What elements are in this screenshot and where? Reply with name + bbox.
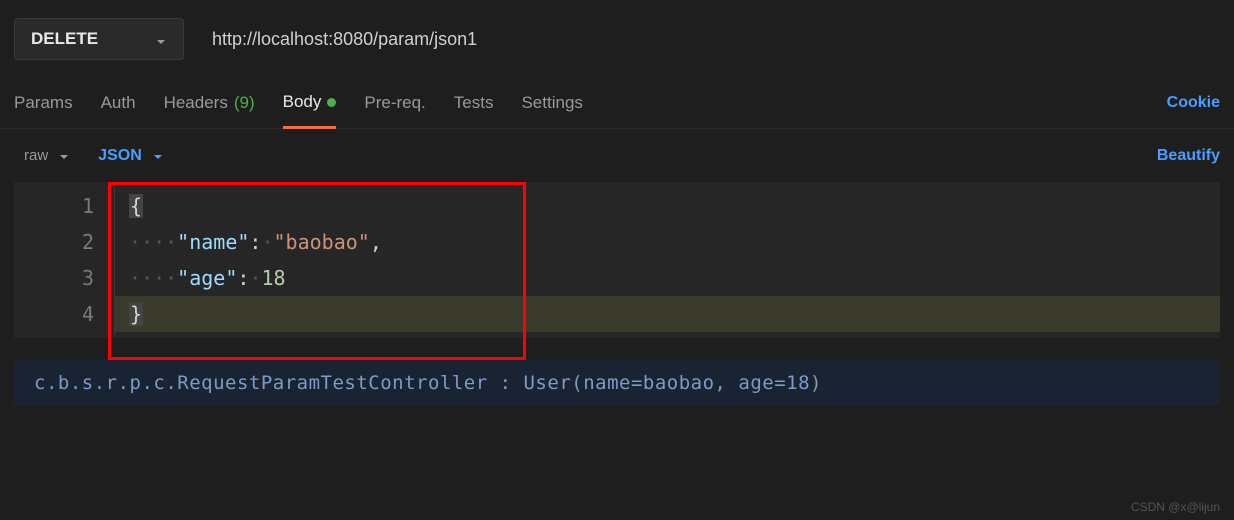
- code-line: ····"name":·"baobao",: [115, 224, 1220, 260]
- code-line: {: [115, 188, 1220, 224]
- tab-auth[interactable]: Auth: [101, 78, 136, 128]
- headers-count: (9): [234, 93, 255, 113]
- code-content[interactable]: { ····"name":·"baobao", ····"age":·18 }: [114, 182, 1220, 338]
- cookies-link[interactable]: Cookie: [1167, 94, 1220, 112]
- line-number-gutter: 1 2 3 4: [14, 182, 114, 338]
- body-controls-row: raw JSON Beautify: [0, 129, 1234, 182]
- code-line: ····"age":·18: [115, 260, 1220, 296]
- request-tabs: Params Auth Headers (9) Body Pre-req. Te…: [0, 78, 1234, 129]
- chevron-down-icon: [155, 33, 167, 45]
- http-method-label: DELETE: [31, 29, 98, 49]
- chevron-down-icon: [152, 150, 164, 162]
- tab-params[interactable]: Params: [14, 78, 73, 128]
- log-output: c.b.s.r.p.c.RequestParamTestController :…: [14, 360, 1220, 406]
- code-line: }: [115, 296, 1220, 332]
- tab-settings[interactable]: Settings: [521, 78, 582, 128]
- body-controls-left: raw JSON: [14, 143, 164, 168]
- body-format-dropdown[interactable]: JSON: [98, 147, 164, 165]
- body-type-dropdown[interactable]: raw: [14, 143, 80, 168]
- tab-tests[interactable]: Tests: [454, 78, 494, 128]
- code-editor[interactable]: 1 2 3 4 { ····"name":·"baobao", ····"age…: [14, 182, 1220, 338]
- beautify-button[interactable]: Beautify: [1157, 147, 1220, 165]
- request-top-bar: DELETE: [0, 0, 1234, 78]
- editor-area: 1 2 3 4 { ····"name":·"baobao", ····"age…: [0, 182, 1234, 338]
- chevron-down-icon: [58, 150, 70, 162]
- tab-headers[interactable]: Headers (9): [164, 78, 255, 128]
- http-method-dropdown[interactable]: DELETE: [14, 18, 184, 60]
- url-input[interactable]: [200, 21, 1220, 58]
- tab-body[interactable]: Body: [283, 78, 337, 129]
- request-tabs-left: Params Auth Headers (9) Body Pre-req. Te…: [14, 78, 583, 128]
- body-modified-indicator-icon: [327, 98, 336, 107]
- tab-prereq[interactable]: Pre-req.: [364, 78, 425, 128]
- watermark: CSDN @x@lijun: [1131, 500, 1220, 514]
